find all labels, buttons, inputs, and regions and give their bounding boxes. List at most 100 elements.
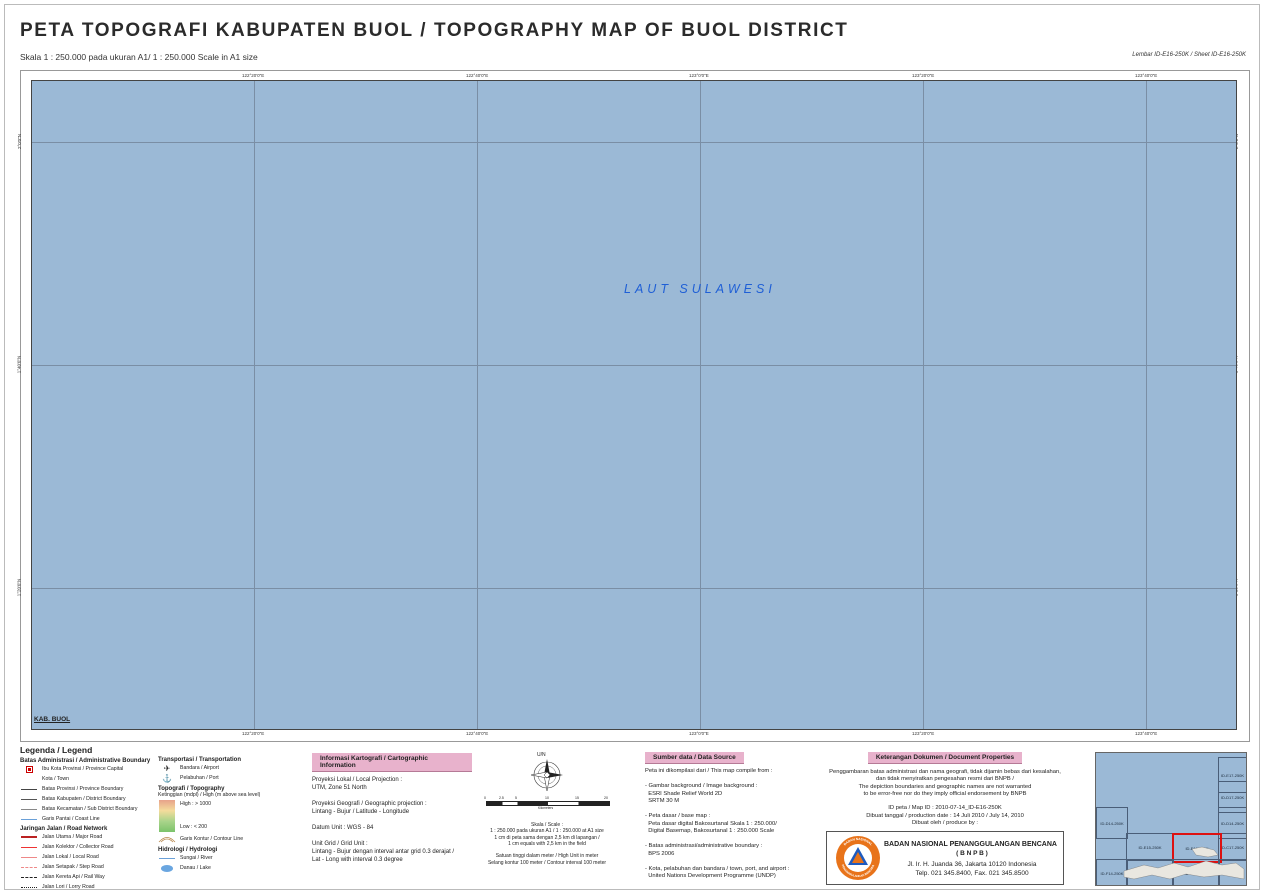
- index-cell[interactable]: ID-F17-250K: [1218, 859, 1246, 885]
- lon-tick-bottom: 123°0'0"E: [689, 731, 709, 736]
- grid-line-lon: [477, 81, 478, 729]
- doc-title: Keterangan Dokumen / Document Properties: [867, 752, 1023, 764]
- scale-text: Skala / Scale : 1 : 250.000 pada ukuran …: [487, 822, 607, 866]
- lat-tick-left: 1°20'0"N: [16, 578, 22, 597]
- contour-line-icon: [158, 835, 176, 843]
- lon-tick-bottom: 122°40'0"E: [466, 731, 489, 736]
- legend-item-label: Jalan Kereta Api / Rail Way: [42, 874, 105, 880]
- index-cell[interactable]: ID-F14-250K: [1096, 859, 1128, 885]
- doc-panel: Keterangan Dokumen / Document Properties…: [812, 752, 1078, 827]
- legend-item-label: Batas Kecamatan / Sub District Boundary: [42, 806, 138, 812]
- bnpb-address: Jl. Ir. H. Juanda 36, Jakarta 10120 Indo…: [907, 861, 1037, 868]
- legend-item-label: Batas Kabupaten / District Boundary: [42, 796, 126, 802]
- elevation-ramp: [159, 800, 175, 832]
- lon-tick-top: 122°20'0"E: [242, 73, 265, 78]
- legend-panel-2: Transportasi / Transportation ✈ Bandara /…: [158, 757, 308, 873]
- river-icon: [158, 857, 176, 859]
- legend-title: Legenda / Legend: [20, 745, 93, 755]
- lat-tick-left: 2°0'0"N: [17, 133, 23, 150]
- source-text: Peta ini dikompilasi dari / This map com…: [645, 768, 790, 879]
- lon-tick-top: 123°0'0"E: [689, 73, 709, 78]
- elevation-low-label: Low : < 200: [180, 824, 207, 830]
- lon-tick-bottom: 123°20'0"E: [912, 731, 935, 736]
- major-road-icon: [20, 836, 38, 838]
- scale-bar-label: 20: [604, 796, 608, 800]
- province-capital-icon: [20, 765, 38, 773]
- bnpb-box: BADAN NASIONAL PENANGGULANGAN BENCANA BA…: [826, 831, 1064, 885]
- scale-bar-label: 5: [515, 796, 517, 800]
- port-icon: ⚓: [162, 773, 172, 783]
- lorry-road-icon: [20, 886, 38, 888]
- scale-unit: Kilometers: [538, 806, 554, 810]
- local-road-icon: [20, 856, 38, 858]
- map-title: PETA TOPOGRAFI KABUPATEN BUOL / TOPOGRAP…: [20, 20, 849, 41]
- scale-panel: U/N 0 2.5 5 10 15 20 Kilometers Skala / …: [480, 752, 614, 872]
- legend-item-label: Kota / Town: [42, 776, 70, 782]
- legend-admin-title: Batas Administrasi / Administrative Boun…: [20, 758, 151, 764]
- legend-item-label: Bandara / Airport: [180, 765, 219, 771]
- north-arrow-icon: [530, 759, 563, 792]
- grid-line-lat: [32, 365, 1236, 366]
- legend-item-label: Batas Provinsi / Province Boundary: [42, 786, 124, 792]
- lake-icon: [158, 864, 176, 872]
- grid-line-lon: [923, 81, 924, 729]
- carto-text: Proyeksi Lokal / Local Projection : UTM,…: [312, 777, 455, 863]
- lon-tick-top: 123°20'0"E: [912, 73, 935, 78]
- carto-title: Informasi Kartografi / Cartographic Info…: [312, 753, 472, 772]
- airport-icon: ✈: [163, 763, 171, 773]
- scale-bar-label: 2.5: [499, 796, 504, 800]
- legend-item-label: Jalan Kolektor / Collector Road: [42, 844, 114, 850]
- lon-tick-top: 122°40'0"E: [466, 73, 489, 78]
- bnpb-abbr: ( B N P B ): [956, 850, 988, 857]
- lon-tick-bottom: 123°40'0"E: [1135, 731, 1158, 736]
- grid-line-lon: [700, 81, 701, 729]
- subdistrict-boundary-icon: [20, 808, 38, 810]
- source-title: Sumber data / Data Source: [645, 752, 744, 764]
- scale-bar-label: 10: [545, 796, 549, 800]
- index-cell[interactable]: ID-F16-250K: [1172, 859, 1220, 885]
- collector-road-icon: [20, 846, 38, 848]
- bnpb-name: BADAN NASIONAL PENANGGULANGAN BENCANA: [884, 841, 1057, 848]
- carto-panel: Informasi Kartografi / Cartographic Info…: [312, 753, 472, 864]
- map-subtitle: Skala 1 : 250.000 pada ukuran A1/ 1 : 25…: [20, 52, 258, 62]
- coastline-icon: [20, 818, 38, 820]
- legend-item-label: Jalan Utama / Major Road: [42, 834, 103, 840]
- index-cell[interactable]: ID-C17-250K: [1218, 833, 1246, 861]
- legend-item-label: Jalan Lori / Lorry Road: [42, 884, 95, 890]
- legend-item-label: Danau / Lake: [180, 865, 211, 871]
- lon-tick-bottom: 122°20'0"E: [242, 731, 265, 736]
- index-cell[interactable]: ID-E15-250K: [1126, 833, 1174, 861]
- bnpb-phone: Telp. 021 345.8400, Fax. 021 345.8500: [915, 870, 1029, 877]
- index-cell[interactable]: ID-D14-250K: [1096, 807, 1128, 839]
- legend-item-label: Pelabuhan / Port: [180, 775, 219, 781]
- grid-line-lon: [254, 81, 255, 729]
- elevation-high-label: High : > 1000: [180, 801, 212, 807]
- district-label: KAB. BUOL: [34, 716, 71, 723]
- grid-line-lon: [1146, 81, 1147, 729]
- legend-topo-subtitle: Ketinggian (mdpl) / High (m above sea le…: [158, 792, 261, 798]
- lon-tick-top: 123°40'0"E: [1135, 73, 1158, 78]
- sheet-label: Lembar ID-E16-250K / Sheet ID-E16-250K: [1132, 52, 1246, 58]
- bnpb-logo: BADAN NASIONAL PENANGGULANGAN BENCANA: [836, 836, 880, 880]
- doc-text: Penggambaran batas administrasi dan nama…: [829, 769, 1061, 827]
- map-area[interactable]: [31, 80, 1237, 730]
- grid-line-lat: [32, 142, 1236, 143]
- scale-bar-label: 0: [484, 796, 486, 800]
- district-boundary-icon: [20, 798, 38, 800]
- step-road-icon: [20, 866, 38, 868]
- legend-item-label: Ibu Kota Provinsi / Province Capital: [42, 766, 124, 772]
- legend-item-label: Garis Kontur / Contour Line: [180, 836, 244, 842]
- legend-item-label: Sungai / River: [180, 855, 213, 861]
- legend-item-label: Garis Pantai / Coast Line: [42, 816, 100, 822]
- railway-icon: [20, 876, 38, 878]
- province-boundary-icon: [20, 788, 38, 790]
- legend-item-label: Jalan Lokal / Local Road: [42, 854, 99, 860]
- source-panel: Sumber data / Data Source Peta ini dikom…: [645, 752, 815, 881]
- index-cell[interactable]: ID-F15-250K: [1126, 859, 1174, 885]
- scale-bar-label: 15: [575, 796, 579, 800]
- sea-label: LAUT SULAWESI: [624, 282, 776, 296]
- legend-item-label: Jalan Setapak / Step Road: [42, 864, 104, 870]
- legend-panel: Legenda / Legend Batas Administrasi / Ad…: [20, 745, 160, 892]
- index-map[interactable]: ID-E17-250K ID-D17-250K ID-D14-250K ID-C…: [1095, 752, 1247, 886]
- grid-line-lat: [32, 588, 1236, 589]
